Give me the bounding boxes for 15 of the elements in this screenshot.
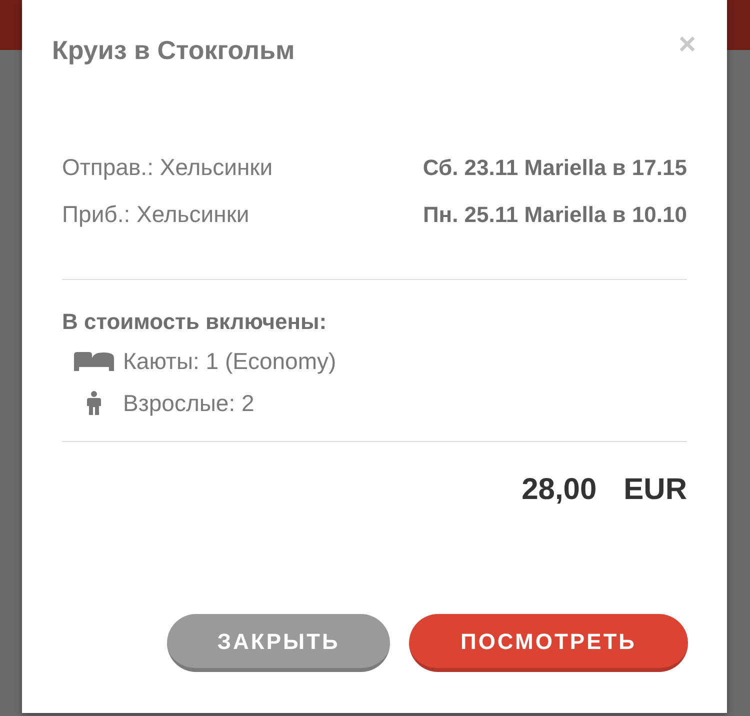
price-amount: 28,00	[522, 472, 597, 508]
departure-time: Пн. 25.11 Mariella в 10.10	[422, 201, 687, 229]
route-label: Отправ.: Хельсинки	[62, 153, 273, 182]
included-item-text: Каюты: 1 (Economy)	[123, 347, 336, 376]
dialog-title: Круиз в Стокгольм	[52, 34, 295, 66]
route-label: Приб.: Хельсинки	[62, 200, 250, 229]
person-icon	[87, 391, 101, 415]
included-heading: В стоимость включены:	[62, 308, 328, 336]
close-button[interactable]: ×	[678, 34, 696, 56]
included-item-text: Взрослые: 2	[123, 389, 254, 418]
close-dialog-button[interactable]: ЗАКРЫТЬ	[167, 614, 390, 672]
view-button[interactable]: ПОСМОТРЕТЬ	[409, 614, 688, 672]
price-currency: EUR	[624, 472, 687, 508]
bed-icon	[74, 352, 114, 370]
departure-time: Сб. 23.11 Mariella в 17.15	[422, 154, 687, 182]
